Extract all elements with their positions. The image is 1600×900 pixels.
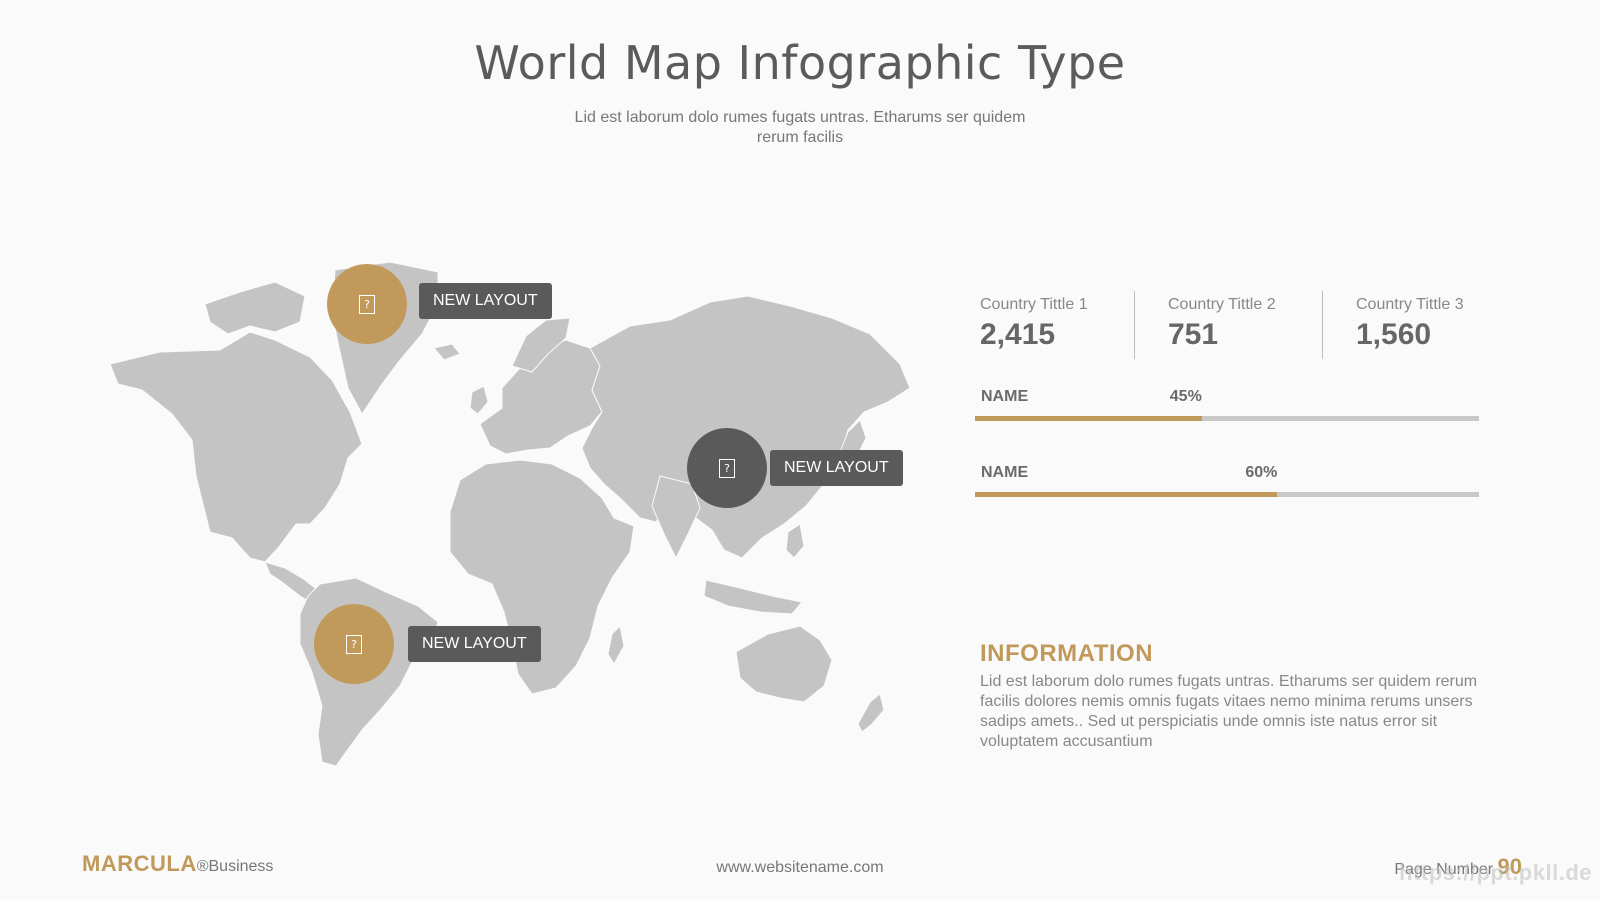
progress-track: [975, 416, 1479, 421]
stat-divider: [1134, 291, 1135, 359]
progress-name: NAME: [981, 388, 1029, 405]
stat-label: Country Tittle 2: [1168, 296, 1276, 313]
new-zealand-shape: [857, 693, 885, 733]
website-link[interactable]: www.websitename.com: [0, 859, 1600, 877]
philippines-shape: [785, 523, 805, 559]
uk-shape: [469, 385, 489, 415]
map-label-asia[interactable]: NEW LAYOUT: [770, 450, 903, 486]
world-map: ? NEW LAYOUT ? NEW LAYOUT ? NEW LAYOUT: [100, 262, 930, 782]
stat-label: Country Tittle 1: [980, 296, 1088, 313]
stat-value: 2,415: [980, 318, 1056, 351]
arctic-islands-shape: [204, 281, 306, 335]
map-label-south-america[interactable]: NEW LAYOUT: [408, 626, 541, 662]
iceland-shape: [433, 343, 461, 361]
world-map-graphic: [109, 262, 911, 767]
information-title: INFORMATION: [980, 640, 1154, 667]
stat-country-1: Country Tittle 1 2,415: [980, 296, 1140, 352]
image-placeholder-icon: ?: [719, 458, 735, 478]
stat-value: 751: [1168, 318, 1219, 351]
north-america-shape: [109, 331, 363, 563]
progress-fill: [975, 416, 1202, 421]
progress-fill: [975, 492, 1278, 497]
australia-shape: [735, 625, 833, 703]
progress-percent: 45%: [1169, 388, 1202, 405]
stat-country-2: Country Tittle 2 751: [1168, 296, 1328, 352]
stat-value: 1,560: [1356, 318, 1432, 351]
map-label-greenland[interactable]: NEW LAYOUT: [419, 283, 552, 319]
madagascar-shape: [607, 624, 625, 665]
map-marker-greenland[interactable]: ?: [327, 264, 407, 344]
progress-track: [975, 492, 1479, 497]
progress-percent: 60%: [1245, 464, 1278, 481]
page-title: World Map Infographic Type: [474, 36, 1126, 90]
progress-name: NAME: [981, 464, 1029, 481]
page-subtitle: Lid est laborum dolo rumes fugats untras…: [574, 109, 1026, 146]
indonesia-shape: [703, 579, 803, 615]
image-placeholder-icon: ?: [346, 634, 362, 654]
image-placeholder-icon: ?: [359, 294, 375, 314]
stat-label: Country Tittle 3: [1356, 296, 1464, 313]
map-marker-asia[interactable]: ?: [687, 428, 767, 508]
watermark: https://ppt.pkll.de: [1399, 860, 1592, 885]
information-text: Lid est laborum dolo rumes fugats untras…: [980, 673, 1478, 750]
stat-divider: [1322, 291, 1323, 359]
map-marker-south-america[interactable]: ?: [314, 604, 394, 684]
stat-country-3: Country Tittle 3 1,560: [1356, 296, 1516, 352]
